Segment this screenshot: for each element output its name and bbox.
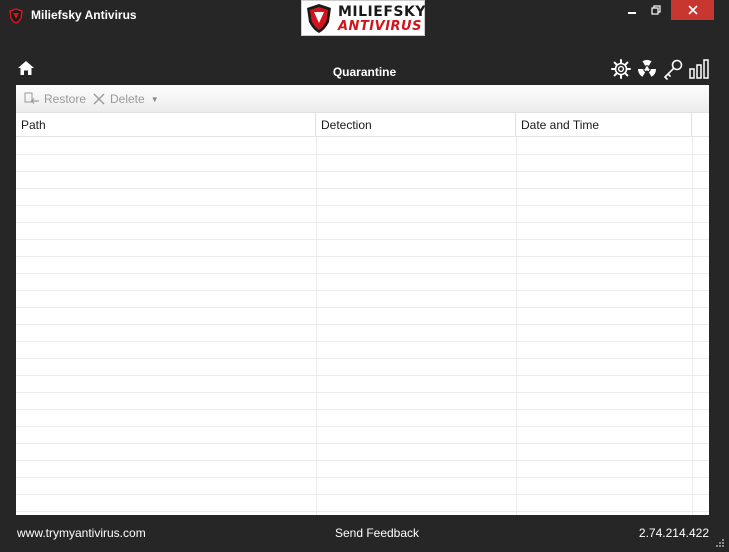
table-header: Path Detection Date and Time: [16, 113, 709, 137]
table-row-divider: [16, 290, 709, 291]
table-row-divider: [16, 171, 709, 172]
resize-grip-icon[interactable]: [715, 538, 725, 548]
table-row-divider: [16, 511, 709, 512]
table-row-divider: [16, 392, 709, 393]
restore-window-button[interactable]: [644, 0, 668, 20]
radiation-icon[interactable]: [636, 58, 658, 80]
table-row-divider: [16, 460, 709, 461]
window-title: Miliefsky Antivirus: [31, 8, 137, 22]
shield-logo-icon: [9, 8, 23, 24]
brand-shield-icon: [307, 4, 331, 33]
table-row-divider: [16, 341, 709, 342]
close-button[interactable]: [671, 0, 714, 20]
delete-label: Delete: [110, 92, 145, 106]
table-row-divider: [16, 375, 709, 376]
restore-window-icon: [651, 5, 661, 15]
close-icon: [687, 5, 698, 15]
table-row-divider: [16, 205, 709, 206]
restore-icon: [24, 92, 39, 104]
version-label: 2.74.214.422: [638, 526, 709, 540]
table-row-divider: [16, 154, 709, 155]
footer: www.trymyantivirus.com Send Feedback 2.7…: [0, 520, 729, 544]
delete-button[interactable]: Delete ▼: [92, 91, 159, 107]
delete-icon: [93, 93, 105, 105]
column-header-path[interactable]: Path: [16, 113, 316, 137]
table-row-divider: [16, 256, 709, 257]
table-column-divider: [692, 137, 693, 515]
quarantine-toolbar: Restore Delete ▼: [16, 85, 709, 113]
minimize-icon: [628, 12, 636, 14]
chevron-down-icon[interactable]: ▼: [151, 95, 159, 104]
key-icon[interactable]: [662, 58, 684, 80]
restore-label: Restore: [44, 92, 87, 106]
table-row-divider: [16, 358, 709, 359]
table-row-divider: [16, 477, 709, 478]
brand-logo: MILIEFSKY ANTIVIRUS: [301, 0, 425, 36]
logo-text-line1: MILIEFSKY: [338, 4, 426, 20]
table-row-divider: [16, 307, 709, 308]
table-row-divider: [16, 494, 709, 495]
table-row-divider: [16, 239, 709, 240]
table-column-divider: [316, 137, 317, 515]
table-row-divider: [16, 443, 709, 444]
table-row-divider: [16, 324, 709, 325]
table-row-divider: [16, 222, 709, 223]
title-bar: Miliefsky Antivirus MILIEFSKY ANTIVIRUS: [0, 0, 729, 36]
table-row-divider: [16, 409, 709, 410]
quarantine-panel: Restore Delete ▼ Path Detection Date and…: [16, 85, 709, 515]
table-column-divider: [516, 137, 517, 515]
table-row-divider: [16, 273, 709, 274]
table-row-divider: [16, 188, 709, 189]
minimize-button[interactable]: [620, 0, 644, 20]
logo-text-line2: ANTIVIRUS: [338, 19, 422, 34]
column-header-date-time[interactable]: Date and Time: [516, 113, 692, 137]
bar-chart-icon[interactable]: [688, 58, 710, 80]
table-row-divider: [16, 426, 709, 427]
column-header-detection[interactable]: Detection: [316, 113, 516, 137]
gear-icon[interactable]: [610, 58, 632, 80]
quarantine-table-body: [16, 137, 709, 515]
restore-button[interactable]: Restore: [24, 91, 86, 107]
send-feedback-link[interactable]: Send Feedback: [0, 526, 729, 540]
